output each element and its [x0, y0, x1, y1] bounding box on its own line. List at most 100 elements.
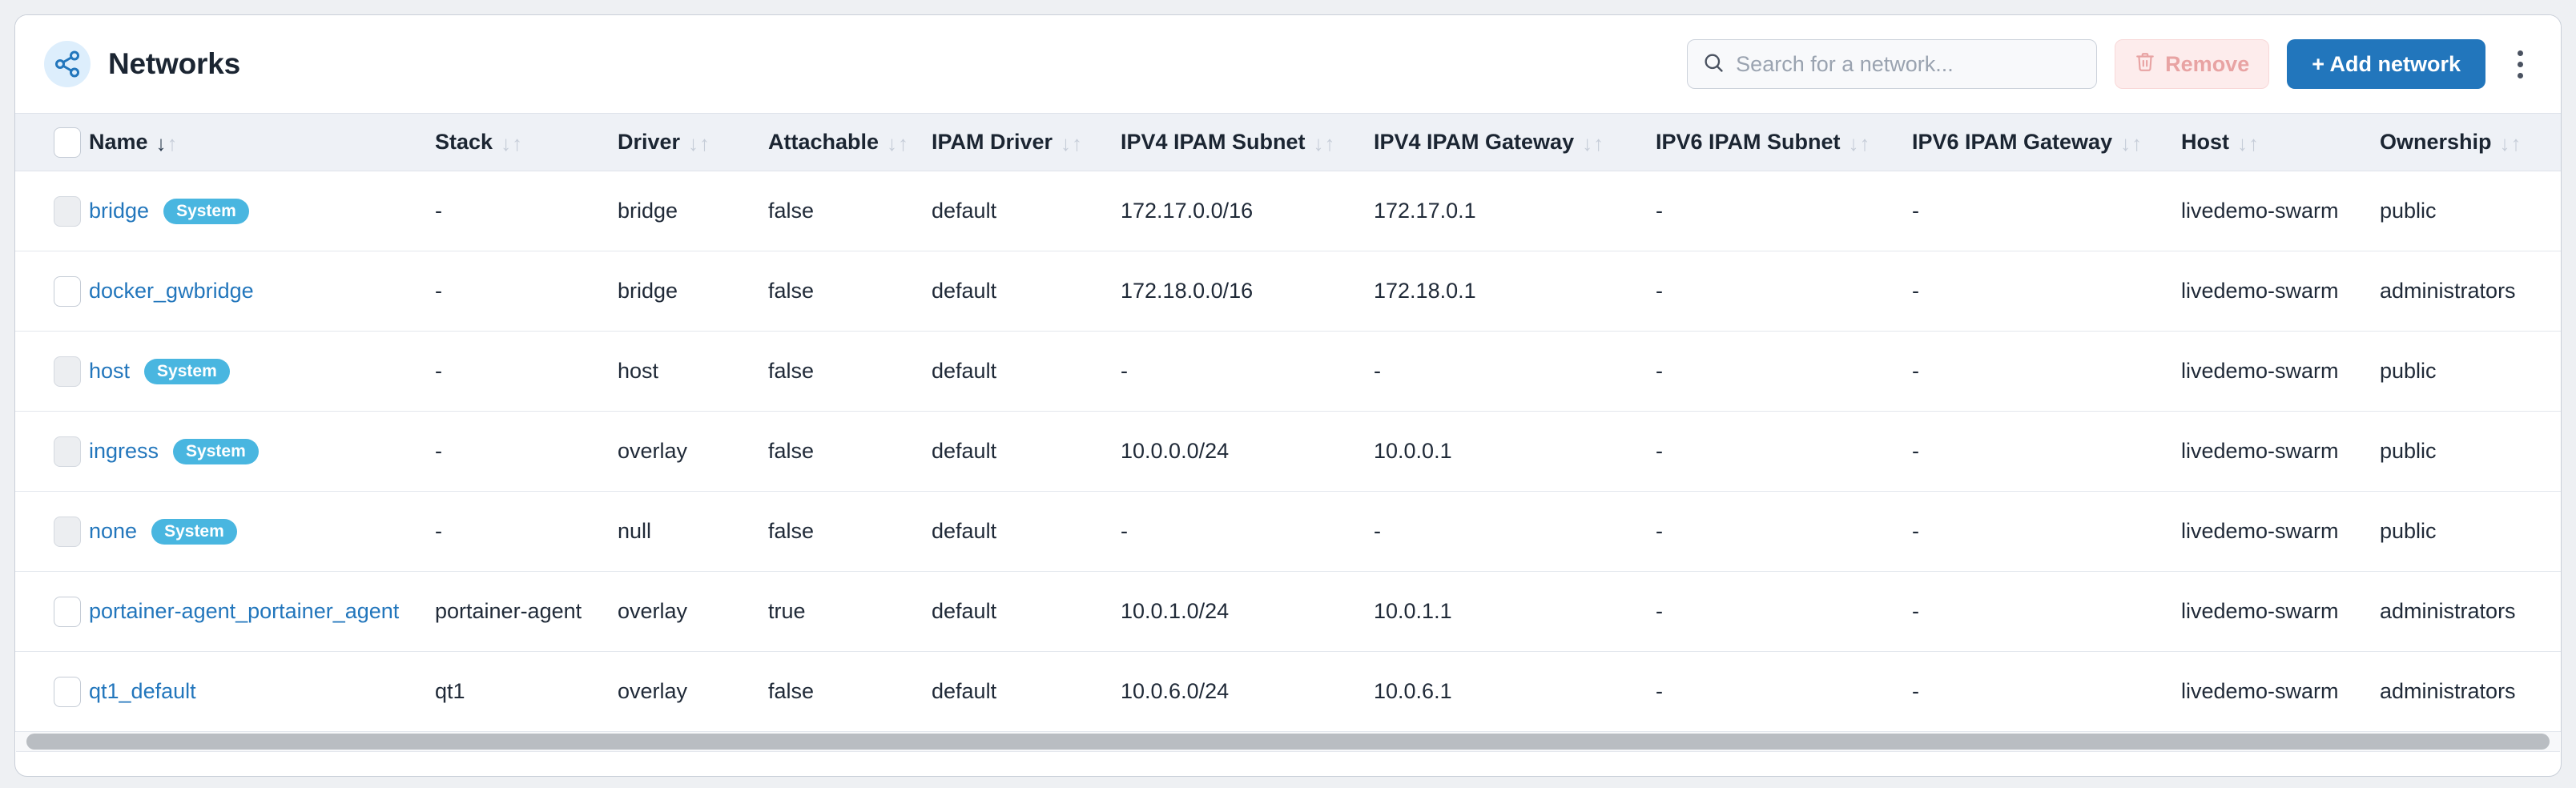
select-all-header — [15, 113, 89, 171]
cell-ipv4-gateway: 10.0.1.1 — [1374, 571, 1656, 652]
sort-arrows-stack[interactable]: ↓ ↑ — [501, 133, 522, 154]
network-name-link[interactable]: ingress — [89, 439, 159, 464]
table-row[interactable]: ingress System - overlay false default 10.0.0.… — [15, 411, 2561, 492]
row-checkbox — [54, 195, 81, 227]
sort-arrows-driver[interactable]: ↓ ↑ — [688, 133, 710, 154]
cell-stack: - — [435, 251, 618, 332]
horizontal-scrollbar-thumb[interactable] — [26, 734, 2550, 750]
col-header-stack[interactable]: Stack ↓ ↑ — [435, 113, 618, 171]
horizontal-scrollbar[interactable] — [16, 731, 2560, 752]
sort-arrows-attachable[interactable]: ↓ ↑ — [887, 133, 908, 154]
cell-ownership: public — [2380, 491, 2561, 572]
table-row[interactable]: host System - host false default - - - - livedemo-… — [15, 331, 2561, 412]
col-header-host[interactable]: Host ↓ ↑ — [2181, 113, 2380, 171]
sort-arrows-name[interactable]: ↓ ↑ — [156, 133, 178, 154]
cell-stack: - — [435, 331, 618, 412]
cell-ipam-driver: default — [932, 411, 1121, 492]
sort-arrows-ipv6-subnet[interactable]: ↓ ↑ — [1849, 133, 1870, 154]
page-background: Networks Search for a network... Remove … — [0, 0, 2576, 788]
col-header-name[interactable]: Name ↓ ↑ — [89, 113, 435, 171]
cell-ownership: administrators — [2380, 651, 2561, 732]
sort-arrows-ipv4-gateway[interactable]: ↓ ↑ — [1582, 133, 1604, 154]
row-name-cell: qt1_default — [89, 651, 435, 732]
cell-attachable: false — [768, 491, 932, 572]
col-header-ipv4-subnet[interactable]: IPV4 IPAM Subnet ↓ ↑ — [1121, 113, 1374, 171]
remove-button-label: Remove — [2165, 51, 2250, 76]
row-checkbox-cell — [15, 571, 89, 652]
row-checkbox — [54, 516, 81, 547]
sort-arrows-host[interactable]: ↓ ↑ — [2237, 133, 2259, 154]
col-header-name-label: Name — [89, 130, 148, 154]
add-network-button[interactable]: + Add network — [2287, 39, 2485, 89]
col-header-ownership[interactable]: Ownership ↓ ↑ — [2380, 113, 2561, 171]
row-checkbox[interactable] — [54, 596, 81, 627]
network-name-link[interactable]: none — [89, 519, 137, 544]
row-name-cell: host System — [89, 331, 435, 412]
network-name-link[interactable]: bridge — [89, 199, 149, 223]
network-name-link[interactable]: qt1_default — [89, 679, 196, 704]
cell-ipv6-gateway: - — [1912, 251, 2181, 332]
network-name-link[interactable]: host — [89, 359, 130, 384]
cell-ipam-driver: default — [932, 171, 1121, 251]
sort-arrows-ipv4-subnet[interactable]: ↓ ↑ — [1314, 133, 1335, 154]
system-badge: System — [144, 358, 230, 384]
cell-attachable: true — [768, 571, 932, 652]
table-row[interactable]: docker_gwbridge - bridge false default 172.18… — [15, 251, 2561, 332]
network-share-icon — [44, 41, 91, 87]
row-checkbox-cell — [15, 331, 89, 412]
network-name-link[interactable]: portainer-agent_portainer_agent — [89, 599, 399, 624]
network-name-link[interactable]: docker_gwbridge — [89, 279, 254, 304]
table-row[interactable]: none System - null false default - - - - livedemo-… — [15, 491, 2561, 572]
col-header-ipv4-gateway[interactable]: IPV4 IPAM Gateway ↓ ↑ — [1374, 113, 1656, 171]
cell-ipv6-gateway: - — [1912, 331, 2181, 412]
table-body: bridge System - bridge false default 172.17.0.… — [15, 171, 2561, 732]
select-all-checkbox[interactable] — [54, 127, 81, 158]
remove-button[interactable]: Remove — [2115, 39, 2270, 89]
cell-ipam-driver: default — [932, 651, 1121, 732]
cell-stack: qt1 — [435, 651, 618, 732]
cell-ownership: public — [2380, 411, 2561, 492]
table-row[interactable]: qt1_default qt1 overlay false default 10.0.6.… — [15, 651, 2561, 732]
row-checkbox[interactable] — [54, 676, 81, 707]
cell-ipv4-subnet: 10.0.1.0/24 — [1121, 571, 1374, 652]
cell-driver: overlay — [618, 411, 768, 492]
search-box[interactable] — [1687, 39, 2098, 89]
col-header-attachable[interactable]: Attachable ↓ ↑ — [768, 113, 932, 171]
col-header-stack-label: Stack — [435, 130, 493, 154]
sort-arrows-ipv6-gateway[interactable]: ↓ ↑ — [2120, 133, 2142, 154]
col-header-ipv6-gateway[interactable]: IPV6 IPAM Gateway ↓ ↑ — [1912, 113, 2181, 171]
cell-attachable: false — [768, 411, 932, 492]
table-row[interactable]: bridge System - bridge false default 172.17.0.… — [15, 171, 2561, 251]
cell-ipv6-gateway: - — [1912, 411, 2181, 492]
cell-ipv4-gateway: 172.18.0.1 — [1374, 251, 1656, 332]
networks-card: Networks Search for a network... Remove … — [14, 14, 2562, 777]
row-checkbox-cell — [15, 491, 89, 572]
cell-ipam-driver: default — [932, 251, 1121, 332]
cell-ownership: public — [2380, 171, 2561, 251]
header-actions: Remove + Add network — [1687, 39, 2534, 89]
col-header-ipv6-subnet[interactable]: IPV6 IPAM Subnet ↓ ↑ — [1656, 113, 1912, 171]
trash-icon — [2135, 51, 2155, 78]
search-input[interactable] — [1736, 51, 2083, 77]
col-header-driver[interactable]: Driver ↓ ↑ — [618, 113, 768, 171]
table-row[interactable]: portainer-agent_portainer_agent portainer… — [15, 571, 2561, 652]
row-name-cell: bridge System — [89, 171, 435, 251]
row-checkbox[interactable] — [54, 275, 81, 307]
kebab-menu-icon[interactable] — [2506, 39, 2534, 89]
networks-table-scroll: Name ↓ ↑ Stack ↓ ↑ Driver ↓ ↑ Attachable… — [15, 113, 2561, 732]
row-checkbox — [54, 436, 81, 467]
sort-arrows-ownership[interactable]: ↓ ↑ — [2500, 133, 2522, 154]
sort-arrows-ipam-driver[interactable]: ↓ ↑ — [1061, 133, 1082, 154]
col-header-ipam-driver[interactable]: IPAM Driver ↓ ↑ — [932, 113, 1121, 171]
title-group: Networks — [44, 41, 240, 87]
add-network-button-label: + Add network — [2312, 51, 2461, 76]
cell-ipv6-subnet: - — [1656, 251, 1912, 332]
cell-attachable: false — [768, 171, 932, 251]
card-header: Networks Search for a network... Remove … — [15, 15, 2561, 113]
system-badge: System — [173, 438, 259, 464]
cell-ipv6-subnet: - — [1656, 411, 1912, 492]
system-badge: System — [163, 198, 249, 224]
col-header-ipv6-subnet-label: IPV6 IPAM Subnet — [1656, 130, 1841, 154]
cell-ipv4-subnet: 172.17.0.0/16 — [1121, 171, 1374, 251]
cell-driver: host — [618, 331, 768, 412]
